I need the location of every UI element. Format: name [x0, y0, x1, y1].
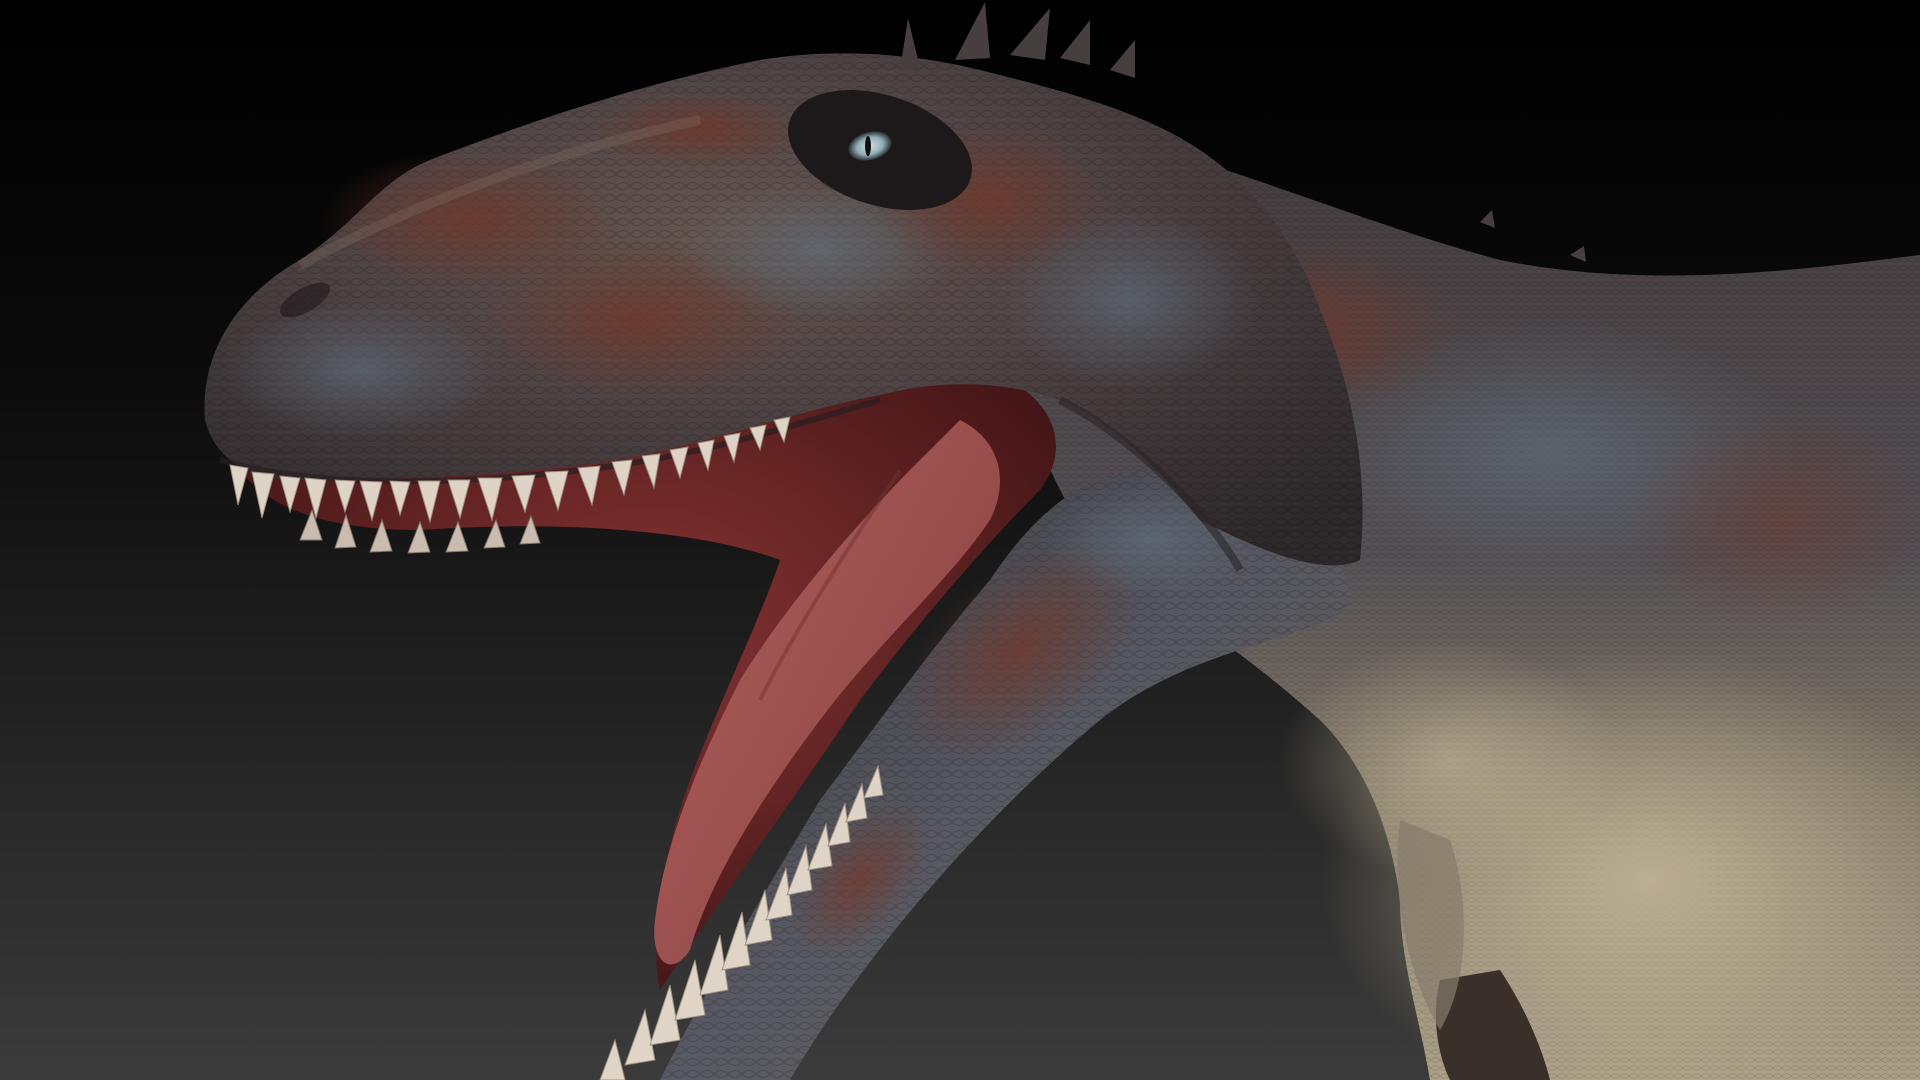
dinosaur-render	[0, 0, 1920, 1080]
render-viewport	[0, 0, 1920, 1080]
vignette-overlay	[0, 0, 1920, 1080]
